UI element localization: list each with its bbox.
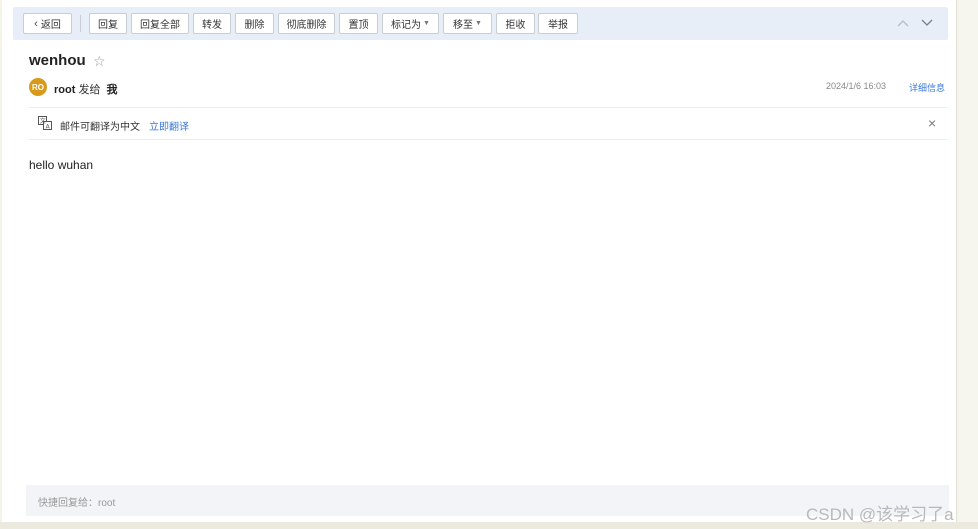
details-link[interactable]: 详细信息 — [909, 81, 945, 94]
quick-reply-placeholder: 快捷回复给：root — [38, 498, 116, 509]
email-body: hello wuhan — [29, 158, 94, 172]
chevron-left-icon: ‹ — [34, 17, 38, 30]
reject-button[interactable]: 拒收 — [496, 13, 535, 34]
recipient-name[interactable]: 我 — [107, 84, 118, 96]
reply-all-button[interactable]: 回复全部 — [131, 13, 189, 34]
toolbar-divider — [80, 15, 81, 32]
email-date: 2024/1/6 16:03 — [826, 81, 887, 91]
pin-button[interactable]: 置顶 — [339, 13, 378, 34]
mail-reader: ‹ 返回 回复 回复全部 转发 删除 彻底删除 置顶 标记为 ▼ 移至 ▼ 拒收… — [2, 0, 957, 522]
mark-as-dropdown[interactable]: 标记为 ▼ — [382, 13, 439, 34]
email-subject: wenhou — [29, 52, 86, 69]
delete-button[interactable]: 删除 — [235, 13, 274, 34]
translate-icon: 文 A — [38, 116, 52, 131]
delete-permanently-button[interactable]: 彻底删除 — [278, 13, 335, 34]
sender-name[interactable]: root — [54, 84, 75, 96]
report-button[interactable]: 举报 — [538, 13, 578, 34]
window-edge — [958, 0, 978, 529]
chevron-up-icon[interactable] — [895, 16, 911, 30]
back-button[interactable]: ‹ 返回 — [23, 13, 72, 34]
move-to-dropdown[interactable]: 移至 ▼ — [443, 13, 492, 34]
chevron-down-icon[interactable] — [919, 16, 935, 30]
mail-toolbar: ‹ 返回 回复 回复全部 转发 删除 彻底删除 置顶 标记为 ▼ 移至 ▼ 拒收… — [13, 7, 948, 40]
caret-down-icon: ▼ — [423, 20, 430, 27]
translate-now-link[interactable]: 立即翻译 — [149, 118, 189, 133]
sent-to-label: 发给 — [78, 84, 101, 96]
close-icon[interactable]: × — [928, 115, 936, 131]
star-icon[interactable]: ☆ — [93, 53, 106, 70]
forward-button[interactable]: 转发 — [193, 13, 231, 34]
watermark: CSDN @该学习了a — [806, 505, 954, 524]
sender-line: root 发给 我 — [54, 81, 118, 97]
divider — [29, 139, 947, 140]
translate-message: 邮件可翻译为中文 — [60, 122, 140, 133]
reply-button[interactable]: 回复 — [89, 13, 127, 34]
translate-banner: 文 A 邮件可翻译为中文 立即翻译 × — [29, 108, 947, 139]
avatar: RO — [29, 78, 47, 96]
caret-down-icon: ▼ — [475, 20, 482, 27]
